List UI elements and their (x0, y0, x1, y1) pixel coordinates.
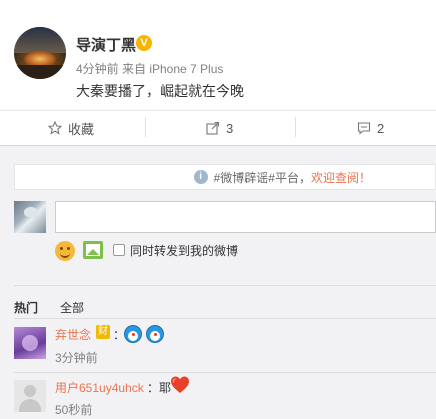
favorite-label: 收藏 (68, 121, 95, 137)
wealth-badge-icon: 财 (96, 325, 110, 339)
comment-icon (357, 122, 371, 135)
weibo-post: 导演丁黑 V 4分钟前 来自 iPhone 7 Plus 大秦要播了，崛起就在今… (0, 0, 436, 110)
forward-checkbox[interactable] (113, 244, 125, 256)
author-name[interactable]: 导演丁黑 (76, 34, 136, 55)
notice-link[interactable]: 欢迎查阅！ (311, 169, 371, 186)
action-separator (295, 117, 296, 137)
doraemon-icon (146, 325, 164, 343)
comment-count: 2 (377, 120, 385, 136)
verified-badge-icon: V (136, 35, 152, 51)
commenter-avatar[interactable] (14, 327, 46, 359)
post-content: 大秦要播了，崛起就在今晚 (76, 83, 244, 99)
post-actions: 收藏 3 2 (0, 111, 436, 145)
tab-hot[interactable]: 热门 (14, 299, 38, 316)
divider (14, 372, 436, 373)
commenter-avatar[interactable] (14, 380, 46, 412)
forward-count: 3 (226, 120, 234, 136)
commenter-name[interactable]: 弃世念 (55, 326, 91, 343)
current-user-avatar (14, 201, 46, 233)
divider (14, 285, 436, 286)
forward-icon (206, 121, 220, 135)
tab-all[interactable]: 全部 (60, 299, 84, 316)
emoji-icon[interactable] (55, 241, 75, 261)
comment-time: 50秒前 (55, 403, 93, 417)
star-icon (48, 121, 62, 135)
comment-time: 3分钟前 (55, 351, 98, 365)
forward-checkbox-label[interactable]: 同时转发到我的微博 (130, 242, 238, 259)
comment-input[interactable] (55, 201, 436, 233)
comments-panel: i #微博辟谣#平台， 欢迎查阅！ 同时转发到我的微博 热门 全部 弃世念 财 … (0, 145, 436, 419)
info-icon: i (193, 170, 208, 184)
post-meta: 4分钟前 来自 iPhone 7 Plus (76, 62, 224, 76)
comment-button[interactable]: 2 (357, 111, 384, 145)
commenter-name[interactable]: 用户651uy4uhck (55, 379, 144, 396)
image-icon[interactable] (83, 241, 103, 259)
action-separator (145, 117, 146, 137)
notice-text: #微博辟谣#平台， (213, 170, 311, 185)
doraemon-icon (124, 325, 142, 343)
forward-button[interactable]: 3 (206, 111, 233, 145)
rumor-notice-bar: i #微博辟谣#平台， 欢迎查阅！ (14, 164, 436, 190)
favorite-button[interactable]: 收藏 (48, 111, 94, 145)
divider (14, 318, 436, 319)
heart-icon (171, 376, 189, 393)
comment-text: ：耶 (147, 381, 172, 395)
author-avatar[interactable] (14, 27, 66, 79)
